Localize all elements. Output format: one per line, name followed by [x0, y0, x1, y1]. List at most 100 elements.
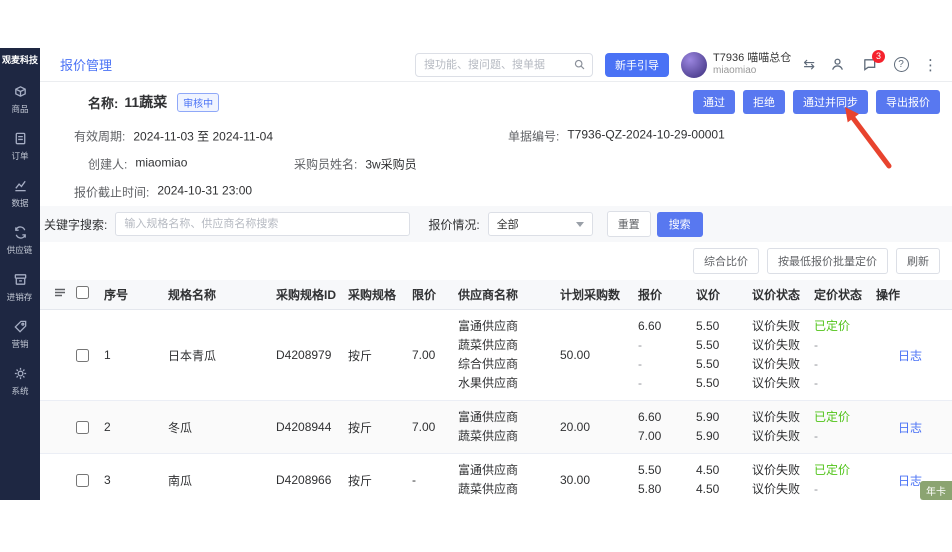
doc-number-value: T7936-QZ-2024-10-29-00001	[567, 128, 724, 145]
reject-button[interactable]: 拒绝	[743, 90, 785, 114]
doc-number: 单据编号: T7936-QZ-2024-10-29-00001	[508, 128, 725, 145]
switch-store-icon[interactable]: ⇆	[803, 56, 815, 73]
breadcrumb[interactable]: 报价管理	[60, 55, 112, 74]
bargain-statuses: 议价失败 议价失败	[752, 461, 814, 499]
price-status: -	[814, 336, 818, 355]
price-statuses: 已定价 -	[814, 461, 876, 499]
name-value: 11蔬菜	[124, 92, 167, 112]
supplier-name: 综合供应商	[458, 355, 518, 374]
price-statuses: 已定价 -	[814, 408, 876, 446]
log-link[interactable]: 日志	[876, 347, 922, 364]
sidebar-item-orders[interactable]: 订单	[0, 123, 40, 170]
chart-icon	[13, 178, 28, 193]
guide-button[interactable]: 新手引导	[605, 53, 669, 77]
help-icon: ?	[894, 57, 909, 72]
bargain-value: 5.90	[696, 408, 719, 427]
reset-button[interactable]: 重置	[607, 211, 651, 237]
inventory-icon	[13, 272, 28, 287]
keyword-input[interactable]	[115, 212, 410, 236]
supplier-name: 富通供应商	[458, 317, 518, 336]
global-search-input[interactable]	[415, 53, 593, 77]
table-row: 3 南瓜 D4208966 按斤 - 富通供应商 蔬菜供应商 30.00 5.5…	[40, 454, 952, 500]
spec-name: 日本青瓜	[168, 317, 276, 393]
valid-period-value: 2024-11-03 至 2024-11-04	[133, 128, 273, 145]
expand-all-icon[interactable]	[54, 286, 76, 304]
account-name: T7936 喵喵总仓	[713, 52, 791, 65]
supplier-names: 富通供应商 蔬菜供应商 综合供应商 水果供应商	[458, 317, 560, 393]
contacts-button[interactable]	[827, 55, 847, 75]
compare-button[interactable]: 综合比价	[693, 248, 759, 274]
quote-deadline-value: 2024-10-31 23:00	[157, 184, 252, 201]
supplier-names: 富通供应商 蔬菜供应商	[458, 408, 560, 446]
gear-icon	[13, 366, 28, 381]
sidebar-item-goods[interactable]: 商品	[0, 76, 40, 123]
bargain-value: 4.50	[696, 461, 719, 480]
bargains: 5.90 5.90	[696, 408, 752, 446]
spec-name: 南瓜	[168, 461, 276, 499]
price-statuses: 已定价 - - -	[814, 317, 876, 393]
plan-qty: 50.00	[560, 317, 638, 393]
valid-period: 有效周期: 2024-11-03 至 2024-11-04	[74, 128, 273, 145]
bargain-status: 议价失败	[752, 336, 800, 355]
plan-qty: 20.00	[560, 408, 638, 446]
supplier-name: 蔬菜供应商	[458, 336, 518, 355]
help-button[interactable]: ?	[891, 55, 911, 75]
quote-value: 6.60	[638, 317, 661, 336]
export-quote-button[interactable]: 导出报价	[876, 90, 940, 114]
supplier-name: 富通供应商	[458, 408, 518, 427]
supply-chain-icon	[13, 225, 28, 240]
log-link[interactable]: 日志	[876, 419, 922, 436]
quote-value: 5.80	[638, 480, 661, 499]
messages-button[interactable]: 3	[859, 55, 879, 75]
quote-deadline: 报价截止时间: 2024-10-31 23:00	[74, 184, 252, 201]
supplier-name: 蔬菜供应商	[458, 427, 518, 446]
approve-sync-button[interactable]: 通过并同步	[793, 90, 868, 114]
account-menu[interactable]: T7936 喵喵总仓 miaomiao	[681, 52, 791, 78]
bargain-statuses: 议价失败 议价失败 议价失败 议价失败	[752, 317, 814, 393]
quote-status-label: 报价情况:	[428, 216, 479, 233]
bargain-status: 议价失败	[752, 374, 800, 393]
bargains: 4.50 4.50	[696, 461, 752, 499]
quotes: 6.60 - - -	[638, 317, 696, 393]
approve-button[interactable]: 通过	[693, 90, 735, 114]
status-badge: 审核中	[177, 93, 219, 112]
refresh-button[interactable]: 刷新	[896, 248, 940, 274]
info-row-1: 有效周期: 2024-11-03 至 2024-11-04 单据编号: T793…	[40, 122, 952, 150]
row-index: 3	[104, 461, 168, 499]
batch-price-button[interactable]: 按最低报价批量定价	[767, 248, 888, 274]
sidebar-item-marketing[interactable]: 营销	[0, 311, 40, 358]
account-subname: miaomiao	[713, 65, 791, 77]
main-panel: 报价管理 新手引导 T7936 喵喵总仓 miaomiao ⇆	[40, 48, 952, 500]
search-button[interactable]: 搜索	[657, 212, 703, 237]
price-status: 已定价	[814, 461, 850, 480]
row-checkbox[interactable]	[76, 349, 89, 362]
quote-status-select[interactable]: 全部	[488, 212, 593, 236]
creator-value: miaomiao	[135, 156, 187, 173]
table-row: 1 日本青瓜 D4208979 按斤 7.00 富通供应商 蔬菜供应商 综合供应…	[40, 310, 952, 401]
select-all-checkbox[interactable]	[76, 286, 89, 299]
quote-value: 7.00	[638, 427, 661, 446]
sidebar-item-data[interactable]: 数据	[0, 170, 40, 217]
sidebar-item-label: 数据	[11, 196, 28, 208]
sidebar-item-label: 营销	[11, 337, 28, 349]
sidebar-item-inventory[interactable]: 进销存	[0, 264, 40, 311]
info-row-3: 报价截止时间: 2024-10-31 23:00	[40, 178, 952, 206]
search-icon[interactable]	[573, 58, 586, 71]
log-link[interactable]: 日志	[876, 472, 922, 489]
table-header: 序号 规格名称 采购规格ID 采购规格 限价 供应商名称 计划采购数 报价 议价…	[40, 280, 952, 310]
box-icon	[13, 84, 28, 99]
row-checkbox[interactable]	[76, 421, 89, 434]
more-menu-icon[interactable]: ⋮	[923, 56, 938, 74]
row-checkbox[interactable]	[76, 474, 89, 487]
unit: 按斤	[348, 408, 412, 446]
col-spec-name: 规格名称	[168, 286, 276, 303]
sidebar-item-system[interactable]: 系统	[0, 358, 40, 405]
sidebar-item-supply-chain[interactable]: 供应链	[0, 217, 40, 264]
doc-actions: 通过 拒绝 通过并同步 导出报价	[693, 90, 940, 114]
bargain-status: 议价失败	[752, 480, 800, 499]
order-icon	[13, 131, 28, 146]
float-tag[interactable]: 年卡	[920, 481, 952, 500]
spec-name: 冬瓜	[168, 408, 276, 446]
sidebar-item-label: 系统	[11, 384, 28, 396]
doc-header: 名称: 11蔬菜 审核中 通过 拒绝 通过并同步 导出报价	[40, 82, 952, 122]
